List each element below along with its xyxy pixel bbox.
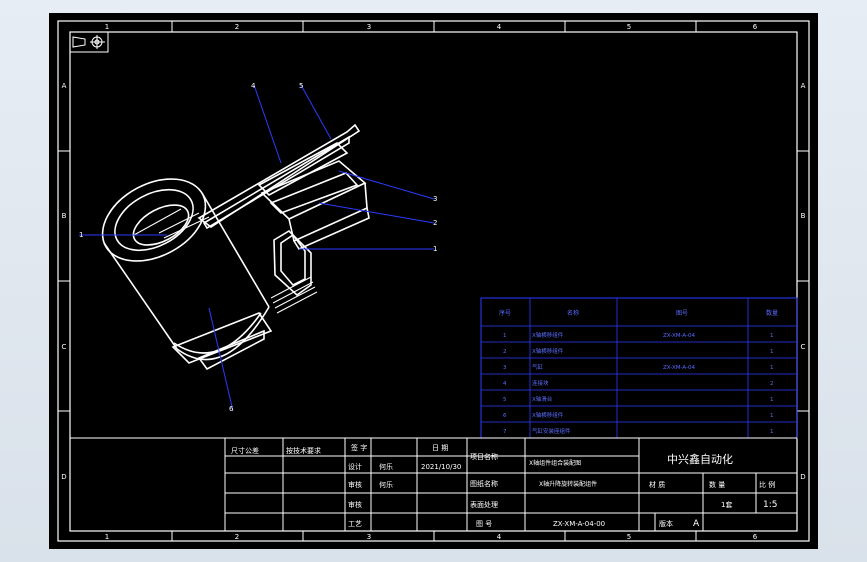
- drawing-canvas[interactable]: 1 2 3 4 5 6 1 2 3 4 5 6 A B C D A B C D: [49, 13, 818, 549]
- scale-value: 1:5: [763, 500, 777, 510]
- bom-cell: 1: [503, 333, 507, 339]
- drawing-no-label: 图 号: [476, 520, 492, 528]
- check-label: 审核: [348, 480, 362, 489]
- bom-cell: 2: [770, 381, 774, 387]
- tolerance-label: 尺寸公差: [231, 446, 259, 455]
- bom-header-no: 序号: [499, 309, 511, 317]
- project-label: 项目名称: [470, 452, 498, 461]
- version-label: 版本: [659, 519, 673, 528]
- bom-cell: 4: [503, 381, 507, 387]
- bom-cell: ZX-XM-A-04: [663, 333, 695, 339]
- col-label-bottom: 3: [367, 533, 371, 541]
- cad-viewport: 1 2 3 4 5 6 1 2 3 4 5 6 A B C D A B C D: [0, 0, 867, 562]
- bom-cell: 气缸安装座组件: [532, 427, 571, 435]
- designer-name: 何乐: [379, 462, 393, 471]
- scale-label: 比 例: [759, 480, 775, 489]
- project-value: X轴组件组合装配图: [529, 459, 581, 467]
- bom-cell: X轴横移组件: [532, 411, 564, 419]
- design-date: 2021/10/30: [421, 463, 461, 471]
- col-label-bottom: 1: [105, 533, 109, 541]
- col-label-top: 6: [753, 23, 758, 31]
- bom-cell: 1: [770, 333, 774, 339]
- leader-lines: [79, 84, 435, 412]
- row-label-right: C: [801, 343, 806, 351]
- drawing-no-value: ZX-XM-A-04-00: [553, 520, 605, 528]
- balloon-labels: 4 5 3 2 1 1 6: [79, 82, 437, 413]
- drawing-sheet: 1 2 3 4 5 6 1 2 3 4 5 6 A B C D A B C D: [49, 13, 818, 549]
- row-label-right: D: [800, 473, 805, 481]
- version-value: A: [693, 519, 700, 529]
- bom-cell: 7: [503, 429, 507, 435]
- company-name: 中兴鑫自动化: [667, 452, 733, 466]
- col-label-bottom: 2: [235, 533, 239, 541]
- balloon-2: 2: [433, 219, 437, 227]
- checker-name: 何乐: [379, 480, 393, 489]
- sign-header: 签 字: [351, 443, 367, 452]
- row-label-left: B: [62, 212, 67, 220]
- process-label: 工艺: [348, 520, 362, 528]
- bom-cell: 1: [770, 429, 774, 435]
- balloon-3: 3: [433, 195, 437, 203]
- bom-cell: X轴滑台: [532, 395, 553, 403]
- col-label-bottom: 4: [497, 533, 502, 541]
- balloon-5: 5: [299, 82, 303, 90]
- bom-cell: X轴横移组件: [532, 331, 564, 339]
- bom-table: 序号 名称 图号 数量 1 X轴横移组件 ZX-XM-A-04 1 2 X轴横移…: [480, 297, 798, 439]
- tolerance-value: 按技术要求: [286, 446, 321, 455]
- row-label-left: D: [61, 473, 66, 481]
- col-label-top: 1: [105, 23, 109, 31]
- balloon-1: 1: [79, 231, 83, 239]
- bom-cell: ZX-XM-A-04: [663, 365, 695, 371]
- bom-cell: 2: [503, 349, 507, 355]
- row-label-right: A: [801, 82, 806, 90]
- bom-header-name: 名称: [567, 309, 579, 317]
- col-label-bottom: 5: [627, 533, 631, 541]
- bom-header-drawing: 图号: [676, 310, 688, 317]
- qty-value: 1套: [721, 500, 732, 509]
- bom-cell: 1: [770, 397, 774, 403]
- bom-cell: 6: [503, 413, 507, 419]
- approve-label: 审核: [348, 500, 362, 509]
- col-label-top: 3: [367, 23, 371, 31]
- col-label-top: 2: [235, 23, 239, 31]
- bom-cell: 1: [770, 365, 774, 371]
- bom-cell: X轴横移组件: [532, 347, 564, 355]
- row-label-left: C: [62, 343, 67, 351]
- drawing-name-value: X轴升降旋转装配组件: [539, 480, 597, 488]
- row-label-right: B: [801, 212, 806, 220]
- col-label-top: 5: [627, 23, 631, 31]
- assembly-isometric-view[interactable]: [89, 123, 370, 371]
- surface-label: 表面处理: [470, 500, 498, 509]
- bom-cell: 1: [770, 349, 774, 355]
- date-header: 日 期: [432, 444, 448, 452]
- projection-symbol: [69, 31, 109, 53]
- col-label-top: 4: [497, 23, 502, 31]
- bom-cell: 气缸: [532, 363, 544, 371]
- col-label-bottom: 6: [753, 533, 758, 541]
- bom-header-qty: 数量: [766, 309, 778, 317]
- balloon-1: 1: [433, 245, 437, 253]
- balloon-4: 4: [251, 82, 256, 90]
- row-label-left: A: [62, 82, 67, 90]
- bom-cell: 3: [503, 365, 507, 371]
- design-label: 设计: [348, 462, 362, 471]
- bom-cell: 连接块: [532, 379, 549, 387]
- bom-cell: 1: [770, 413, 774, 419]
- bom-cell: 5: [503, 397, 507, 403]
- material-label: 材 质: [649, 480, 665, 489]
- qty-label: 数 量: [709, 480, 725, 489]
- drawing-name-label: 图纸名称: [470, 479, 498, 488]
- balloon-6: 6: [229, 405, 234, 413]
